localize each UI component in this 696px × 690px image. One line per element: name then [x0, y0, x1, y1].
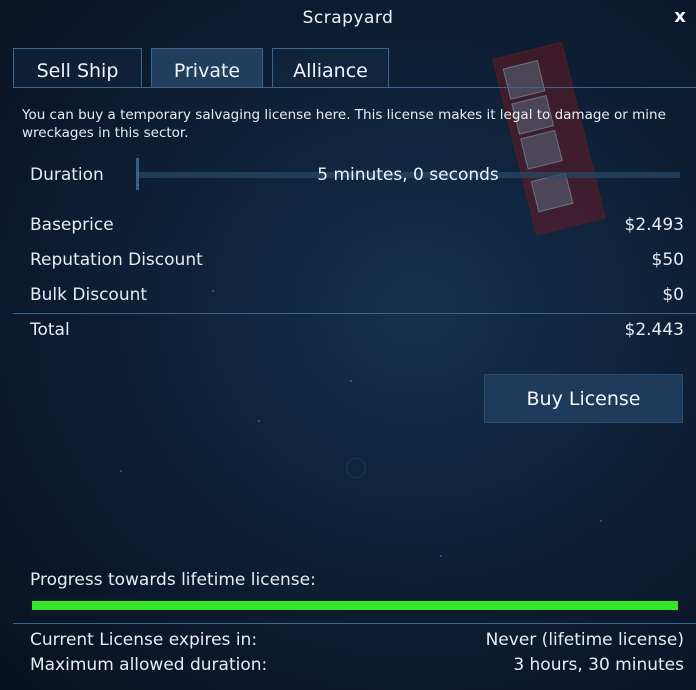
bulk-discount-row: Bulk Discount $0 — [30, 285, 684, 307]
tab-alliance[interactable]: Alliance — [272, 48, 389, 87]
total-value: $2.443 — [624, 320, 684, 340]
max-duration-row: Maximum allowed duration: 3 hours, 30 mi… — [30, 655, 684, 677]
buy-license-button[interactable]: Buy License — [484, 374, 683, 423]
license-expires-row: Current License expires in: Never (lifet… — [30, 630, 684, 652]
reputation-discount-label: Reputation Discount — [30, 250, 203, 270]
reputation-discount-row: Reputation Discount $50 — [30, 250, 684, 272]
reputation-discount-value: $50 — [651, 250, 684, 270]
tab-divider — [13, 87, 696, 88]
max-duration-value: 3 hours, 30 minutes — [513, 655, 684, 675]
license-expires-value: Never (lifetime license) — [485, 630, 684, 650]
baseprice-value: $2.493 — [624, 215, 684, 235]
progress-fill — [32, 601, 678, 610]
bulk-discount-label: Bulk Discount — [30, 285, 148, 305]
duration-label: Duration — [30, 165, 104, 185]
scrapyard-window: Scrapyard x Sell Ship Private Alliance Y… — [0, 0, 696, 690]
license-description: You can buy a temporary salvaging licens… — [22, 107, 666, 141]
total-row: Total $2.443 — [30, 320, 684, 342]
duration-slider[interactable]: 5 minutes, 0 seconds — [136, 158, 680, 190]
tab-private[interactable]: Private — [151, 48, 263, 87]
baseprice-label: Baseprice — [30, 215, 114, 235]
license-expires-label: Current License expires in: — [30, 630, 258, 650]
lifetime-progress-bar — [30, 597, 680, 615]
close-icon[interactable]: x — [670, 7, 690, 27]
tab-sell-ship[interactable]: Sell Ship — [13, 48, 142, 87]
total-label: Total — [30, 320, 70, 340]
max-duration-label: Maximum allowed duration: — [30, 655, 268, 675]
baseprice-row: Baseprice $2.493 — [30, 215, 684, 237]
info-divider — [13, 623, 696, 624]
total-divider — [13, 313, 696, 314]
bulk-discount-value: $0 — [662, 285, 684, 305]
progress-label: Progress towards lifetime license: — [30, 570, 316, 590]
duration-value: 5 minutes, 0 seconds — [317, 165, 499, 185]
window-title: Scrapyard — [302, 8, 394, 28]
